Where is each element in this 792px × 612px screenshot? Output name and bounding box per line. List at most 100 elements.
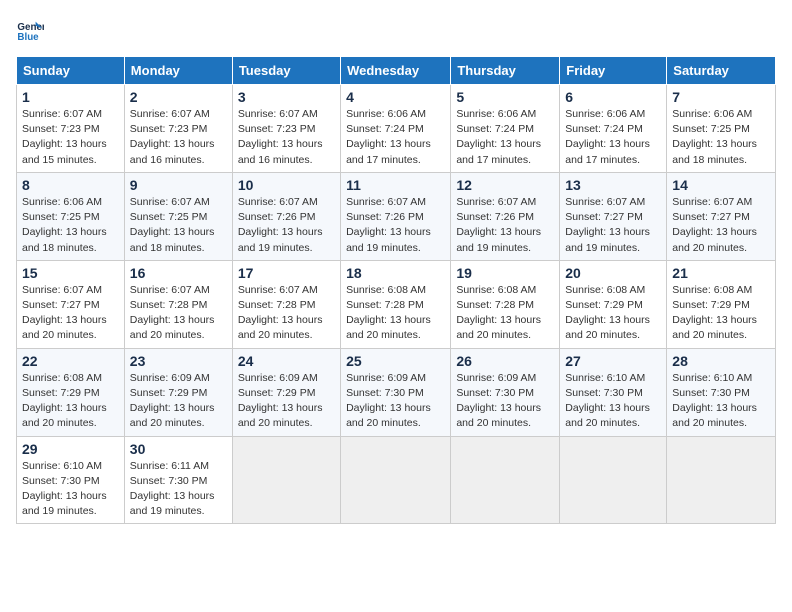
day-number: 27 xyxy=(565,353,661,369)
day-info: Sunrise: 6:09 AMSunset: 7:29 PMDaylight:… xyxy=(130,372,215,430)
day-header-saturday: Saturday xyxy=(667,57,776,85)
day-number: 17 xyxy=(238,265,335,281)
calendar-table: SundayMondayTuesdayWednesdayThursdayFrid… xyxy=(16,56,776,524)
day-info: Sunrise: 6:09 AMSunset: 7:30 PMDaylight:… xyxy=(456,372,541,430)
day-info: Sunrise: 6:07 AMSunset: 7:27 PMDaylight:… xyxy=(565,196,650,254)
week-row-1: 1 Sunrise: 6:07 AMSunset: 7:23 PMDayligh… xyxy=(17,85,776,173)
day-info: Sunrise: 6:07 AMSunset: 7:23 PMDaylight:… xyxy=(130,108,215,166)
calendar-cell: 18 Sunrise: 6:08 AMSunset: 7:28 PMDaylig… xyxy=(341,260,451,348)
day-number: 12 xyxy=(456,177,554,193)
day-number: 29 xyxy=(22,441,119,457)
week-row-4: 22 Sunrise: 6:08 AMSunset: 7:29 PMDaylig… xyxy=(17,348,776,436)
calendar-cell: 1 Sunrise: 6:07 AMSunset: 7:23 PMDayligh… xyxy=(17,85,125,173)
calendar-cell: 9 Sunrise: 6:07 AMSunset: 7:25 PMDayligh… xyxy=(124,172,232,260)
day-info: Sunrise: 6:10 AMSunset: 7:30 PMDaylight:… xyxy=(22,460,107,518)
day-number: 25 xyxy=(346,353,445,369)
calendar-cell: 19 Sunrise: 6:08 AMSunset: 7:28 PMDaylig… xyxy=(451,260,560,348)
calendar-cell: 20 Sunrise: 6:08 AMSunset: 7:29 PMDaylig… xyxy=(560,260,667,348)
day-number: 15 xyxy=(22,265,119,281)
calendar-cell: 21 Sunrise: 6:08 AMSunset: 7:29 PMDaylig… xyxy=(667,260,776,348)
day-info: Sunrise: 6:10 AMSunset: 7:30 PMDaylight:… xyxy=(565,372,650,430)
day-info: Sunrise: 6:08 AMSunset: 7:29 PMDaylight:… xyxy=(22,372,107,430)
calendar-cell: 2 Sunrise: 6:07 AMSunset: 7:23 PMDayligh… xyxy=(124,85,232,173)
day-number: 4 xyxy=(346,89,445,105)
calendar-cell xyxy=(560,436,667,524)
day-header-monday: Monday xyxy=(124,57,232,85)
day-info: Sunrise: 6:11 AMSunset: 7:30 PMDaylight:… xyxy=(130,460,215,518)
calendar-cell xyxy=(667,436,776,524)
day-info: Sunrise: 6:06 AMSunset: 7:24 PMDaylight:… xyxy=(565,108,650,166)
day-number: 2 xyxy=(130,89,227,105)
day-number: 19 xyxy=(456,265,554,281)
calendar-cell: 30 Sunrise: 6:11 AMSunset: 7:30 PMDaylig… xyxy=(124,436,232,524)
calendar-header-row: SundayMondayTuesdayWednesdayThursdayFrid… xyxy=(17,57,776,85)
calendar-cell: 13 Sunrise: 6:07 AMSunset: 7:27 PMDaylig… xyxy=(560,172,667,260)
logo: General Blue xyxy=(16,16,48,44)
calendar-cell: 23 Sunrise: 6:09 AMSunset: 7:29 PMDaylig… xyxy=(124,348,232,436)
day-info: Sunrise: 6:06 AMSunset: 7:24 PMDaylight:… xyxy=(456,108,541,166)
day-info: Sunrise: 6:06 AMSunset: 7:24 PMDaylight:… xyxy=(346,108,431,166)
day-number: 20 xyxy=(565,265,661,281)
calendar-cell: 3 Sunrise: 6:07 AMSunset: 7:23 PMDayligh… xyxy=(232,85,340,173)
day-number: 22 xyxy=(22,353,119,369)
svg-text:Blue: Blue xyxy=(17,32,39,43)
day-info: Sunrise: 6:07 AMSunset: 7:23 PMDaylight:… xyxy=(22,108,107,166)
calendar-cell: 22 Sunrise: 6:08 AMSunset: 7:29 PMDaylig… xyxy=(17,348,125,436)
calendar-cell: 25 Sunrise: 6:09 AMSunset: 7:30 PMDaylig… xyxy=(341,348,451,436)
day-number: 3 xyxy=(238,89,335,105)
calendar-cell: 24 Sunrise: 6:09 AMSunset: 7:29 PMDaylig… xyxy=(232,348,340,436)
day-info: Sunrise: 6:07 AMSunset: 7:26 PMDaylight:… xyxy=(456,196,541,254)
week-row-5: 29 Sunrise: 6:10 AMSunset: 7:30 PMDaylig… xyxy=(17,436,776,524)
day-info: Sunrise: 6:09 AMSunset: 7:30 PMDaylight:… xyxy=(346,372,431,430)
calendar-cell: 29 Sunrise: 6:10 AMSunset: 7:30 PMDaylig… xyxy=(17,436,125,524)
day-info: Sunrise: 6:08 AMSunset: 7:28 PMDaylight:… xyxy=(346,284,431,342)
calendar-cell: 16 Sunrise: 6:07 AMSunset: 7:28 PMDaylig… xyxy=(124,260,232,348)
day-info: Sunrise: 6:07 AMSunset: 7:27 PMDaylight:… xyxy=(22,284,107,342)
day-number: 18 xyxy=(346,265,445,281)
day-number: 21 xyxy=(672,265,770,281)
day-number: 16 xyxy=(130,265,227,281)
day-number: 14 xyxy=(672,177,770,193)
day-info: Sunrise: 6:08 AMSunset: 7:29 PMDaylight:… xyxy=(672,284,757,342)
calendar-body: 1 Sunrise: 6:07 AMSunset: 7:23 PMDayligh… xyxy=(17,85,776,524)
calendar-cell: 14 Sunrise: 6:07 AMSunset: 7:27 PMDaylig… xyxy=(667,172,776,260)
day-info: Sunrise: 6:09 AMSunset: 7:29 PMDaylight:… xyxy=(238,372,323,430)
calendar-cell: 26 Sunrise: 6:09 AMSunset: 7:30 PMDaylig… xyxy=(451,348,560,436)
calendar-cell: 17 Sunrise: 6:07 AMSunset: 7:28 PMDaylig… xyxy=(232,260,340,348)
day-info: Sunrise: 6:07 AMSunset: 7:26 PMDaylight:… xyxy=(238,196,323,254)
day-info: Sunrise: 6:07 AMSunset: 7:26 PMDaylight:… xyxy=(346,196,431,254)
week-row-3: 15 Sunrise: 6:07 AMSunset: 7:27 PMDaylig… xyxy=(17,260,776,348)
day-info: Sunrise: 6:06 AMSunset: 7:25 PMDaylight:… xyxy=(672,108,757,166)
week-row-2: 8 Sunrise: 6:06 AMSunset: 7:25 PMDayligh… xyxy=(17,172,776,260)
day-number: 30 xyxy=(130,441,227,457)
calendar-cell: 5 Sunrise: 6:06 AMSunset: 7:24 PMDayligh… xyxy=(451,85,560,173)
day-number: 5 xyxy=(456,89,554,105)
day-number: 23 xyxy=(130,353,227,369)
calendar-cell: 4 Sunrise: 6:06 AMSunset: 7:24 PMDayligh… xyxy=(341,85,451,173)
day-header-friday: Friday xyxy=(560,57,667,85)
day-number: 8 xyxy=(22,177,119,193)
calendar-cell xyxy=(232,436,340,524)
day-number: 9 xyxy=(130,177,227,193)
day-info: Sunrise: 6:07 AMSunset: 7:23 PMDaylight:… xyxy=(238,108,323,166)
calendar-cell: 7 Sunrise: 6:06 AMSunset: 7:25 PMDayligh… xyxy=(667,85,776,173)
calendar-cell: 28 Sunrise: 6:10 AMSunset: 7:30 PMDaylig… xyxy=(667,348,776,436)
day-info: Sunrise: 6:06 AMSunset: 7:25 PMDaylight:… xyxy=(22,196,107,254)
calendar-cell: 10 Sunrise: 6:07 AMSunset: 7:26 PMDaylig… xyxy=(232,172,340,260)
day-info: Sunrise: 6:07 AMSunset: 7:27 PMDaylight:… xyxy=(672,196,757,254)
day-header-thursday: Thursday xyxy=(451,57,560,85)
day-number: 28 xyxy=(672,353,770,369)
calendar-cell: 27 Sunrise: 6:10 AMSunset: 7:30 PMDaylig… xyxy=(560,348,667,436)
day-number: 1 xyxy=(22,89,119,105)
day-number: 7 xyxy=(672,89,770,105)
calendar-cell: 6 Sunrise: 6:06 AMSunset: 7:24 PMDayligh… xyxy=(560,85,667,173)
calendar-cell xyxy=(451,436,560,524)
day-number: 13 xyxy=(565,177,661,193)
day-header-tuesday: Tuesday xyxy=(232,57,340,85)
day-number: 26 xyxy=(456,353,554,369)
calendar-cell: 8 Sunrise: 6:06 AMSunset: 7:25 PMDayligh… xyxy=(17,172,125,260)
day-number: 6 xyxy=(565,89,661,105)
day-info: Sunrise: 6:10 AMSunset: 7:30 PMDaylight:… xyxy=(672,372,757,430)
logo-icon: General Blue xyxy=(16,16,44,44)
day-number: 24 xyxy=(238,353,335,369)
